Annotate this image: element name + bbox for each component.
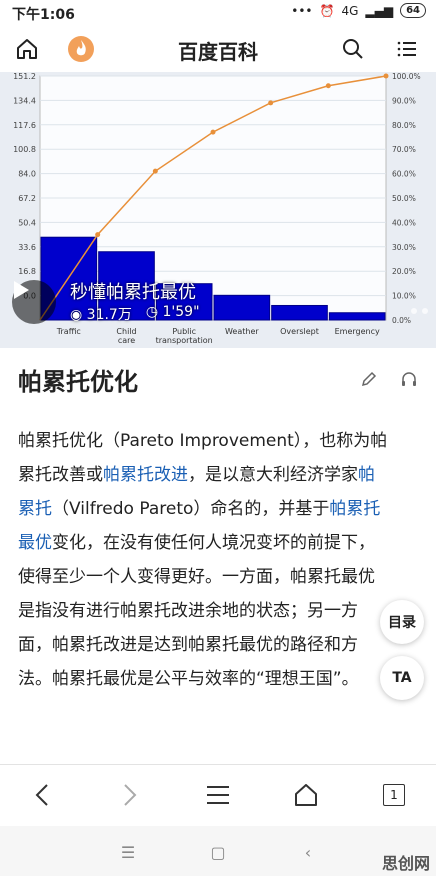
y-tick-label: 16.8 xyxy=(18,267,36,276)
watermark: 思创网 xyxy=(381,854,430,873)
cumulative-point xyxy=(210,129,216,135)
y2-tick-label: 40.0% xyxy=(392,218,416,227)
views-count: 31.7万 xyxy=(86,307,132,323)
cumulative-point xyxy=(268,100,274,106)
x-tick-label: Overslept xyxy=(280,327,319,336)
menu-icon[interactable] xyxy=(390,32,424,66)
browser-nav: 1 xyxy=(0,764,436,825)
forward-icon[interactable] xyxy=(112,779,148,811)
video-meta: ◉ 31.7万 ◷ 1'59" xyxy=(70,304,200,324)
toc-button[interactable]: 目录 xyxy=(380,600,424,644)
cumulative-point xyxy=(325,83,331,89)
y-tick-label: 134.4 xyxy=(13,96,36,105)
x-tick-label: care xyxy=(118,336,135,345)
video-player[interactable]: 151.2 134.4 117.6 100.8 84.0 67.2 50.4 33.6 16.8… xyxy=(0,72,436,348)
search-icon[interactable] xyxy=(336,32,370,66)
x-tick-label: Weather xyxy=(225,327,259,336)
video-duration: 1'59" xyxy=(162,304,200,320)
x-tick-label: Public xyxy=(172,327,196,336)
page-title: 百度百科 xyxy=(178,40,258,64)
system-nav: ☰ ▢ ‹ xyxy=(0,826,436,876)
entry-title: 帕累托优化 xyxy=(18,368,138,396)
signal-label: 4G xyxy=(341,3,359,18)
y2-tick-label: 30.0% xyxy=(392,243,416,252)
tabs-button[interactable]: 1 xyxy=(376,779,412,811)
back-system-icon[interactable]: ‹ xyxy=(296,842,320,862)
eye-icon: ◉ xyxy=(70,307,83,323)
views-stat: ◉ 31.7万 xyxy=(70,304,132,324)
header-bar: 百度百科 xyxy=(0,26,436,72)
bar xyxy=(328,312,386,321)
bar xyxy=(271,304,328,321)
play-button[interactable] xyxy=(12,280,56,324)
x-tick-label: transportation xyxy=(156,336,213,345)
pareto-chart: 151.2 134.4 117.6 100.8 84.0 67.2 50.4 33.6 16.8… xyxy=(13,72,421,345)
x-tick-label: Child xyxy=(116,327,136,336)
y-tick-label: 50.4 xyxy=(18,218,36,227)
x-tick-label: Emergency xyxy=(335,327,380,336)
cumulative-point xyxy=(152,168,158,174)
entry-tools xyxy=(360,370,418,392)
tabs-count: 1 xyxy=(383,784,405,806)
y2-tick-label: 0.0% xyxy=(392,316,411,325)
y-tick-label: 117.6 xyxy=(13,121,36,130)
y2-tick-label: 60.0% xyxy=(392,170,416,179)
entry-link[interactable]: 帕累托改进 xyxy=(103,465,188,485)
home-system-icon[interactable]: ▢ xyxy=(206,842,230,862)
y2-tick-label: 70.0% xyxy=(392,145,416,154)
battery-icon: 64 xyxy=(400,3,426,18)
y2-tick-label: 50.0% xyxy=(392,194,416,203)
status-bar: 下午1:06 ••• ⏰ 4G ▂▄▆ 64 xyxy=(0,0,436,26)
y-tick-label: 67.2 xyxy=(18,194,36,203)
x-tick-label: Traffic xyxy=(56,327,81,336)
entry-text: （Vilfredo Pareto）命名的，并基于 xyxy=(52,499,330,519)
more-dots-icon: ••• xyxy=(291,3,313,18)
clock-icon: ◷ xyxy=(145,304,159,320)
entry-text: 变化，在没有使任何人境况变坏的前提下，使得至少一个人变得更好。一方面，帕累托最优… xyxy=(18,533,375,689)
edit-icon[interactable] xyxy=(360,370,378,392)
video-title: 秒懂帕累托最优 xyxy=(70,282,196,303)
status-icons: ••• ⏰ 4G ▂▄▆ 64 xyxy=(291,3,426,18)
font-size-button[interactable]: TA xyxy=(380,656,424,700)
play-icon xyxy=(14,281,29,299)
y2-tick-label: 80.0% xyxy=(392,121,416,130)
y2-tick-label: 100.0% xyxy=(392,72,421,81)
y-tick-label: 151.2 xyxy=(13,72,36,81)
entry-text: ，是以意大利经济学家 xyxy=(188,465,358,485)
cumulative-point xyxy=(383,73,389,79)
y2-tick-label: 20.0% xyxy=(392,267,416,276)
back-icon[interactable] xyxy=(24,779,60,811)
home-nav-icon[interactable] xyxy=(288,779,324,811)
y-tick-label: 100.8 xyxy=(13,145,36,154)
y2-tick-label: 90.0% xyxy=(392,96,416,105)
y-tick-label: 33.6 xyxy=(18,243,36,252)
menu-lines-icon[interactable] xyxy=(200,779,236,811)
recents-icon[interactable]: ☰ xyxy=(116,842,140,862)
headphones-icon[interactable] xyxy=(400,370,418,392)
alarm-icon: ⏰ xyxy=(319,3,335,18)
entry-summary: 帕累托优化（Pareto Improvement），也称为帕累托改善或帕累托改进… xyxy=(18,424,390,696)
bar xyxy=(213,294,271,321)
y-tick-label: 84.0 xyxy=(18,170,36,179)
cumulative-point xyxy=(95,232,101,238)
status-time: 下午1:06 xyxy=(12,7,75,23)
y2-tick-label: 10.0% xyxy=(392,292,416,301)
duration-stat: ◷ 1'59" xyxy=(146,304,200,324)
signal-icon: ▂▄▆ xyxy=(365,3,394,18)
carousel-dots xyxy=(411,308,428,314)
